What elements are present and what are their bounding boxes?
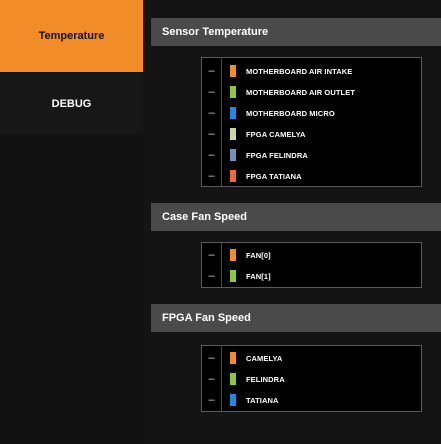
- section-header-fpga-fan-speed: FPGA Fan Speed: [151, 304, 441, 332]
- series-color-swatch: [230, 170, 236, 182]
- legend-label: FAN[0]: [246, 250, 271, 260]
- series-color-swatch: [230, 394, 236, 406]
- legend-item-fpga-tatiana[interactable]: – FPGA TATIANA: [202, 165, 421, 187]
- legend-label: FAN[1]: [246, 271, 271, 281]
- legend-case-fan-speed: – FAN[0] – FAN[1]: [201, 242, 422, 288]
- sidebar: Temperature DEBUG: [0, 0, 143, 444]
- toggle-button[interactable]: –: [202, 149, 221, 161]
- main-content: Sensor Temperature – MOTHERBOARD AIR INT…: [143, 0, 441, 444]
- series-color-swatch: [230, 86, 236, 98]
- toggle-button[interactable]: –: [202, 65, 221, 77]
- sidebar-item-label: Temperature: [38, 30, 105, 42]
- legend-item-tatiana[interactable]: – TATIANA: [202, 389, 421, 411]
- legend-label: MOTHERBOARD MICRO: [246, 108, 335, 118]
- series-color-swatch: [230, 107, 236, 119]
- section-header-sensor-temperature: Sensor Temperature: [151, 18, 441, 46]
- legend-label: TATIANA: [246, 395, 279, 405]
- legend-item-motherboard-micro[interactable]: – MOTHERBOARD MICRO: [202, 102, 421, 124]
- legend-label: FPGA TATIANA: [246, 171, 302, 181]
- series-color-swatch: [230, 270, 236, 282]
- legend-item-motherboard-air-outlet[interactable]: – MOTHERBOARD AIR OUTLET: [202, 81, 421, 103]
- legend-label: FPGA FELINDRA: [246, 150, 308, 160]
- sidebar-item-debug[interactable]: DEBUG: [0, 72, 143, 136]
- toggle-button[interactable]: –: [202, 352, 221, 364]
- legend-item-fpga-felindra[interactable]: – FPGA FELINDRA: [202, 144, 421, 166]
- legend-item-fpga-camelya[interactable]: – FPGA CAMELYA: [202, 123, 421, 145]
- toggle-button[interactable]: –: [202, 107, 221, 119]
- toggle-button[interactable]: –: [202, 249, 221, 261]
- section-title: Case Fan Speed: [162, 211, 247, 223]
- legend-sensor-temperature: – MOTHERBOARD AIR INTAKE – MOTHERBOARD A…: [201, 57, 422, 187]
- legend-label: MOTHERBOARD AIR INTAKE: [246, 66, 353, 76]
- legend-item-camelya[interactable]: – CAMELYA: [202, 347, 421, 369]
- section-title: FPGA Fan Speed: [162, 312, 251, 324]
- legend-label: MOTHERBOARD AIR OUTLET: [246, 87, 355, 97]
- toggle-button[interactable]: –: [202, 394, 221, 406]
- toggle-button[interactable]: –: [202, 270, 221, 282]
- section-header-case-fan-speed: Case Fan Speed: [151, 203, 441, 231]
- series-color-swatch: [230, 128, 236, 140]
- toggle-button[interactable]: –: [202, 128, 221, 140]
- legend-item-motherboard-air-intake[interactable]: – MOTHERBOARD AIR INTAKE: [202, 60, 421, 82]
- sidebar-item-label: DEBUG: [51, 97, 92, 110]
- legend-label: FELINDRA: [246, 374, 285, 384]
- series-color-swatch: [230, 373, 236, 385]
- sidebar-item-temperature[interactable]: Temperature: [0, 0, 143, 72]
- legend-item-fan-1[interactable]: – FAN[1]: [202, 265, 421, 287]
- section-title: Sensor Temperature: [162, 26, 269, 38]
- legend-label: CAMELYA: [246, 353, 283, 363]
- series-color-swatch: [230, 149, 236, 161]
- series-color-swatch: [230, 352, 236, 364]
- toggle-button[interactable]: –: [202, 86, 221, 98]
- legend-item-felindra[interactable]: – FELINDRA: [202, 368, 421, 390]
- legend-item-fan-0[interactable]: – FAN[0]: [202, 244, 421, 266]
- legend-fpga-fan-speed: – CAMELYA – FELINDRA – TATIANA: [201, 345, 422, 412]
- legend-label: FPGA CAMELYA: [246, 129, 306, 139]
- series-color-swatch: [230, 249, 236, 261]
- toggle-button[interactable]: –: [202, 170, 221, 182]
- series-color-swatch: [230, 65, 236, 77]
- toggle-button[interactable]: –: [202, 373, 221, 385]
